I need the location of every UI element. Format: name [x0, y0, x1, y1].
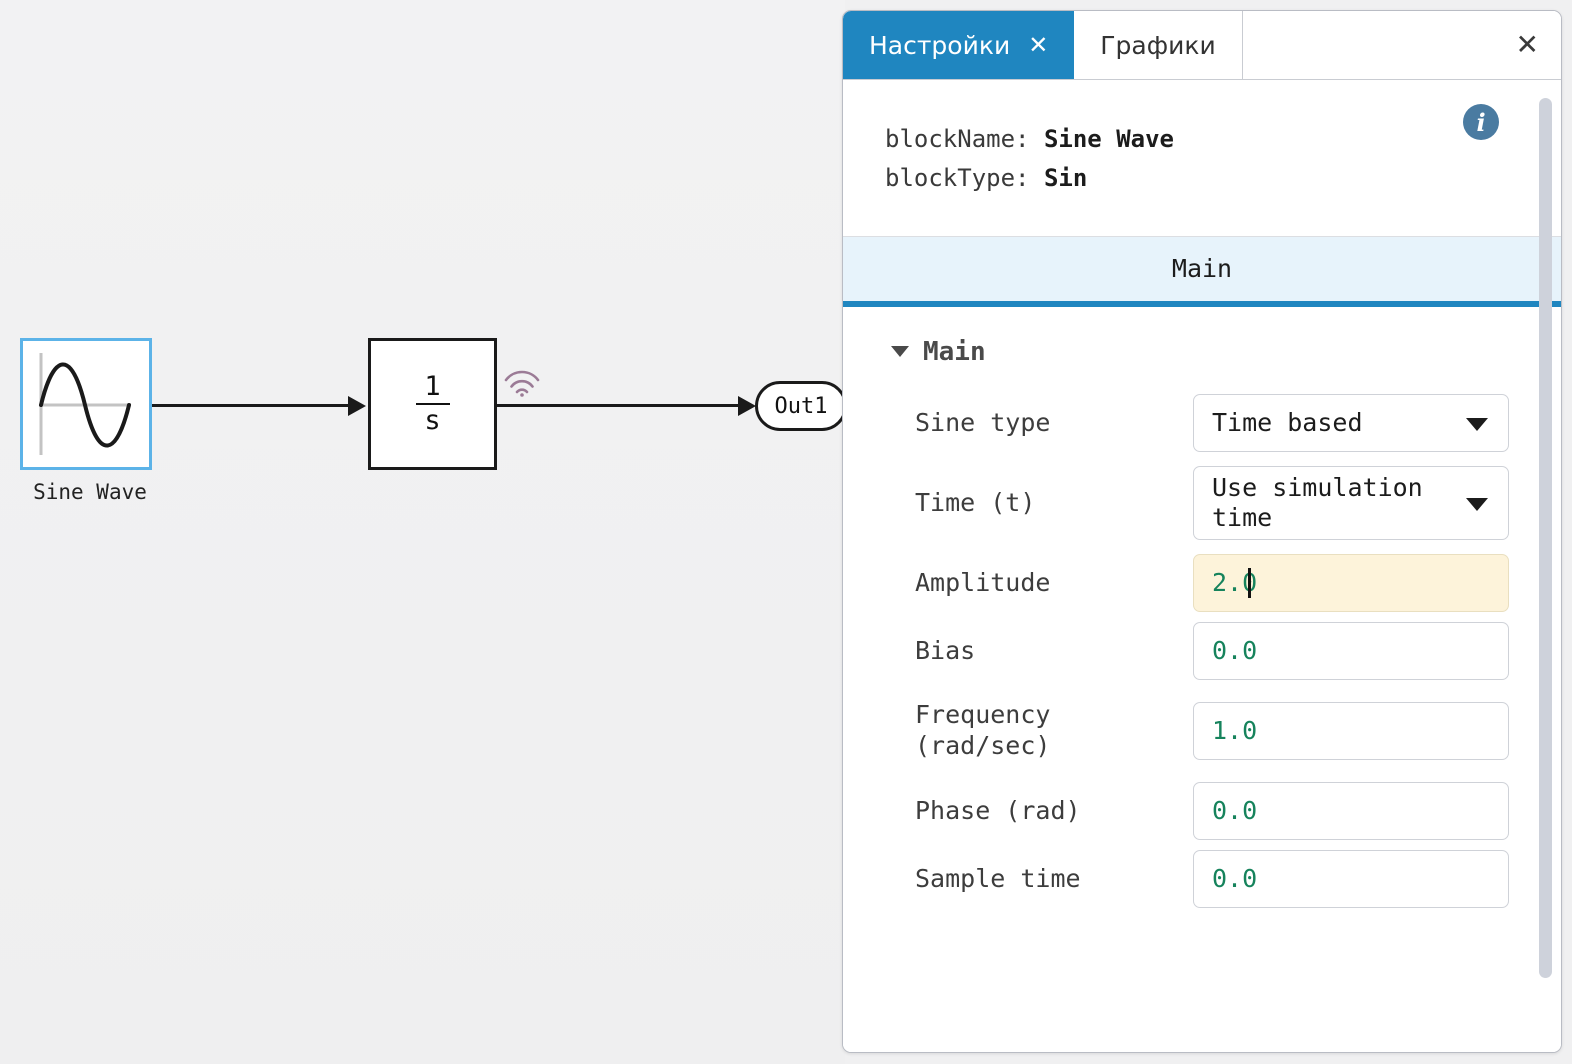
label-sine-type: Sine type	[915, 407, 1051, 437]
block-type-value: Sin	[1043, 163, 1088, 192]
signal-wifi-icon	[503, 367, 541, 397]
block-sine-wave-label: Sine Wave	[33, 480, 147, 504]
svg-text:i: i	[1476, 108, 1485, 137]
block-name-line: blockName: Sine Wave	[885, 120, 1561, 159]
tab-plots[interactable]: Графики	[1074, 11, 1243, 79]
tab-settings-close-icon[interactable]: ✕	[1028, 33, 1048, 57]
input-frequency-value: 1.0	[1212, 716, 1258, 746]
block-name-key: blockName:	[885, 125, 1044, 153]
text-cursor	[1248, 567, 1252, 598]
label-phase: Phase (rad)	[915, 795, 1081, 825]
input-amplitude[interactable]: 2.0	[1193, 553, 1509, 612]
input-frequency[interactable]: 1.0	[1193, 701, 1509, 760]
tabstrip-filler: ✕	[1242, 11, 1561, 79]
label-time-t: Time (t)	[915, 487, 1036, 517]
label-bias: Bias	[915, 635, 976, 665]
block-type-key: blockType:	[885, 163, 1044, 192]
panel-scrollbar-thumb[interactable]	[1539, 98, 1552, 978]
input-sample-time-value: 0.0	[1212, 864, 1258, 894]
block-integrator[interactable]: 1 s	[368, 338, 497, 470]
select-time-t-value: Use simulation time	[1212, 472, 1423, 532]
chevron-down-icon[interactable]	[1466, 497, 1488, 511]
sine-wave-icon	[23, 341, 149, 467]
input-sample-time[interactable]: 0.0	[1193, 849, 1509, 908]
integrator-icon: 1 s	[415, 370, 450, 436]
group-header-main[interactable]: Main	[843, 307, 1561, 375]
input-bias-value: 0.0	[1212, 636, 1258, 666]
select-time-t[interactable]: Use simulation time	[1193, 465, 1509, 540]
block-sine-wave[interactable]	[20, 338, 152, 470]
label-sample-time: Sample time	[915, 863, 1081, 893]
group-title-label: Main	[923, 336, 986, 367]
block-name-value: Sine Wave	[1043, 125, 1174, 153]
input-phase-value: 0.0	[1212, 796, 1258, 826]
panel-body: blockName: Sine Wave blockType: Sin i Ma…	[843, 80, 1561, 1052]
input-bias[interactable]: 0.0	[1193, 621, 1509, 680]
block-type-line: blockType: Sin	[885, 159, 1561, 198]
properties-panel: Настройки ✕ Графики ✕ blockName: Sine Wa…	[842, 10, 1562, 1053]
input-phase[interactable]: 0.0	[1193, 781, 1509, 840]
label-amplitude: Amplitude	[915, 567, 1051, 597]
diagram-canvas[interactable]: Sine Wave 1 s Out1	[0, 0, 845, 1064]
tab-plots-label: Графики	[1100, 30, 1216, 60]
integrator-denominator: s	[424, 405, 441, 436]
block-out1-port[interactable]: Out1	[755, 381, 845, 431]
row-sample-time: Sample time 0.0	[843, 845, 1561, 913]
row-sine-type: Sine type Time based	[843, 389, 1561, 457]
section-tab-main[interactable]: Main	[1172, 254, 1232, 283]
row-frequency: Frequency (rad/sec) 1.0	[843, 685, 1561, 777]
select-sine-type-value: Time based	[1212, 407, 1363, 437]
chevron-down-icon[interactable]	[891, 346, 909, 358]
properties-form: Sine type Time based Time (t) Use simula…	[843, 375, 1561, 913]
info-icon[interactable]: i	[1461, 102, 1501, 142]
row-bias: Bias 0.0	[843, 617, 1561, 685]
integrator-numerator: 1	[424, 370, 441, 402]
arrowhead-icon	[348, 396, 366, 416]
tab-settings-label: Настройки	[869, 30, 1011, 60]
row-phase: Phase (rad) 0.0	[843, 777, 1561, 845]
select-sine-type[interactable]: Time based	[1193, 393, 1509, 452]
wire-sine-to-integrator[interactable]	[152, 404, 348, 407]
chevron-down-icon[interactable]	[1466, 417, 1488, 431]
row-amplitude: Amplitude 2.0	[843, 549, 1561, 617]
panel-scrollbar[interactable]	[1537, 80, 1553, 1052]
block-info-header: blockName: Sine Wave blockType: Sin i	[843, 80, 1561, 237]
tab-settings[interactable]: Настройки ✕	[843, 11, 1075, 79]
row-time-t: Time (t) Use simulation time	[843, 457, 1561, 549]
wire-integrator-to-out1[interactable]	[497, 404, 744, 407]
out1-label: Out1	[774, 393, 828, 419]
label-frequency: Frequency (rad/sec)	[915, 700, 1051, 760]
arrowhead-icon	[738, 396, 756, 416]
close-icon[interactable]: ✕	[1516, 31, 1539, 59]
panel-tabstrip: Настройки ✕ Графики ✕	[843, 11, 1561, 80]
section-tabbar: Main	[843, 236, 1561, 307]
